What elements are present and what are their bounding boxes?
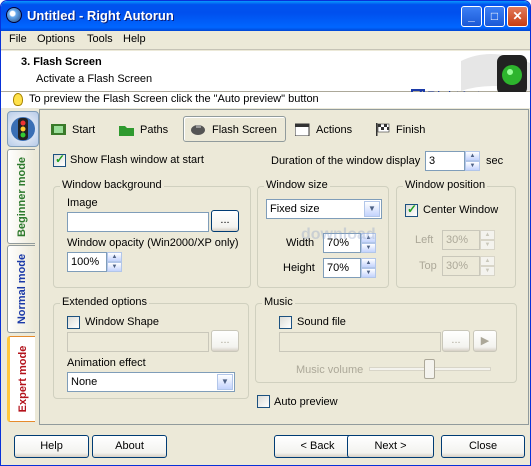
tab-expert-mode[interactable]: Expert mode [7,336,35,422]
step-subtitle: Activate a Flash Screen [36,73,153,85]
top-spinner[interactable]: ▲ ▼ [480,256,495,276]
menu-bar: File Options Tools Help [1,31,530,50]
app-icon [6,7,22,23]
left-label: Left [415,234,434,246]
window-shape-checkbox[interactable] [67,316,80,329]
auto-preview-checkbox[interactable] [257,395,270,408]
duration-label: Duration of the window display [271,155,421,167]
tip-bar: To preview the Flash Screen click the "A… [1,92,530,108]
about-button[interactable]: About [92,435,167,458]
auto-preview-label: Auto preview [274,396,338,408]
tab-finish[interactable]: Finish [367,116,434,142]
window-title: Untitled - Right Autorun [27,8,174,23]
center-window-label: Center Window [423,204,499,216]
center-window-checkbox[interactable] [405,202,418,217]
left-spinner[interactable]: ▲ ▼ [480,230,495,250]
top-label: Top [419,260,437,272]
folder-icon [119,126,134,136]
height-input[interactable]: 70% [323,258,361,278]
animation-label: Animation effect [67,357,146,369]
size-mode-select[interactable]: Fixed size ▼ [266,199,382,219]
maximize-button[interactable]: □ [484,6,505,27]
extended-options-label: Extended options [60,296,150,308]
chevron-down-icon: ▼ [364,201,380,217]
title-bar[interactable]: Untitled - Right Autorun _ □ ✕ [1,1,530,31]
menu-options[interactable]: Options [37,33,75,45]
show-flash-label: Show Flash window at start [70,154,204,166]
close-button[interactable]: Close [441,435,525,458]
close-window-button[interactable]: ✕ [507,6,528,27]
volume-slider-thumb[interactable] [423,359,435,379]
music-label: Music [262,296,295,308]
duration-input[interactable]: 3 [425,151,465,171]
menu-file[interactable]: File [9,33,27,45]
tab-start[interactable]: Start [43,116,104,142]
help-button[interactable]: Help [14,435,89,458]
opacity-spinner[interactable]: ▲ ▼ [107,252,122,272]
duration-spinner[interactable]: ▲ ▼ [465,151,480,171]
window-position-label: Window position [403,179,488,191]
tab-normal-mode[interactable]: Normal mode [7,245,35,333]
window-size-label: Window size [264,179,330,191]
menu-help[interactable]: Help [123,33,146,45]
calendar-icon [295,123,310,136]
animation-select[interactable]: None ▼ [67,372,235,392]
flash-screen-icon [191,125,205,135]
shape-browse-button[interactable]: ... [211,330,239,352]
tab-flash-screen[interactable]: Flash Screen [183,116,286,142]
tab-beginner-mode[interactable]: Beginner mode [7,149,35,244]
mode-logo-icon [7,111,39,147]
minimize-button[interactable]: _ [461,6,482,27]
opacity-label: Window opacity (Win2000/XP only) [67,237,239,249]
checkered-flag-icon [376,123,390,136]
next-button[interactable]: Next > [347,435,434,458]
height-label: Height [283,262,315,274]
image-browse-button[interactable]: ... [211,210,239,232]
shape-path-input[interactable] [67,332,209,352]
sound-browse-button[interactable]: ... [442,330,470,352]
tab-paths[interactable]: Paths [111,116,177,142]
film-icon [51,124,66,135]
show-flash-checkbox[interactable] [53,152,66,167]
window-shape-label: Window Shape [85,316,159,328]
step-title: 3. Flash Screen [21,56,102,68]
height-spinner[interactable]: ▲ ▼ [361,258,376,278]
top-input[interactable]: 30% [442,256,480,276]
sound-path-input[interactable] [279,332,441,352]
play-icon[interactable]: ▶ [473,330,497,352]
sound-file-label: Sound file [297,316,346,328]
music-volume-label: Music volume [296,364,364,376]
opacity-input[interactable]: 100% [67,252,107,272]
tip-text: To preview the Flash Screen click the "A… [29,93,319,105]
watermark: download [301,226,376,243]
image-label: Image [67,197,98,209]
duration-unit: sec [486,155,504,167]
chevron-down-icon: ▼ [217,374,233,390]
sound-file-checkbox[interactable] [279,316,292,329]
app-window: Untitled - Right Autorun _ □ ✕ File Opti… [0,0,531,466]
left-input[interactable]: 30% [442,230,480,250]
image-path-input[interactable] [67,212,209,232]
tab-actions[interactable]: Actions [287,116,361,142]
window-background-label: Window background [60,179,164,191]
lightbulb-icon [13,93,23,106]
menu-tools[interactable]: Tools [87,33,113,45]
